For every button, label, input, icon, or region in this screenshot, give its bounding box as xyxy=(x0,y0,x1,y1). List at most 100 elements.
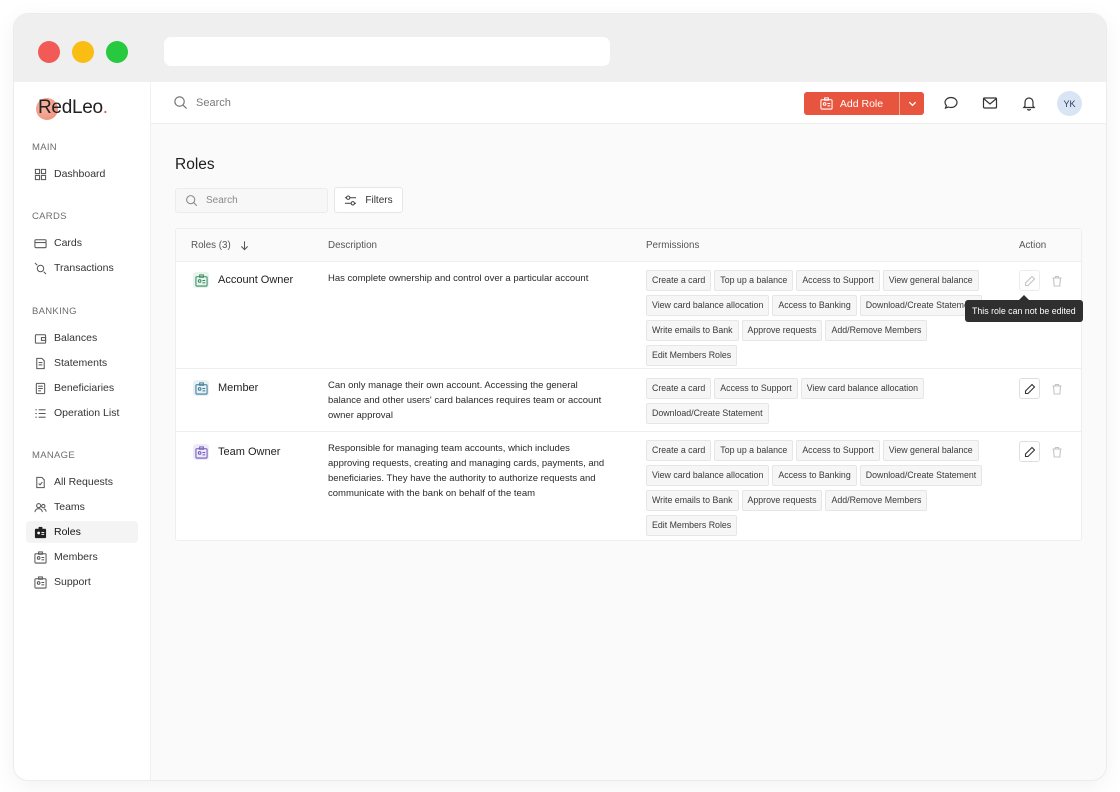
add-role-dropdown-button[interactable] xyxy=(900,92,924,115)
maximize-window-button[interactable] xyxy=(106,41,128,63)
browser-titlebar xyxy=(14,14,1106,82)
sidebar-item-cards[interactable]: Cards xyxy=(26,232,138,254)
permission-chip: View card balance allocation xyxy=(800,378,925,399)
permissions-list: Create a card Access to Support View car… xyxy=(646,378,991,424)
add-role-button[interactable]: Add Role xyxy=(804,92,899,115)
beneficiaries-icon xyxy=(33,381,47,395)
minimize-window-button[interactable] xyxy=(72,41,94,63)
roles-column-header[interactable]: Roles (3) xyxy=(191,240,250,251)
delete-role-button[interactable] xyxy=(1048,270,1066,291)
sidebar-item-label: Operation List xyxy=(54,407,120,419)
role-badge-icon xyxy=(193,272,209,288)
permission-chip: Add/Remove Members xyxy=(825,320,928,341)
sidebar-item-label: Transactions xyxy=(54,262,114,274)
edit-role-button[interactable] xyxy=(1019,378,1040,399)
sidebar-item-dashboard[interactable]: Dashboard xyxy=(26,163,138,185)
delete-role-button[interactable] xyxy=(1048,441,1066,462)
permission-chip: Approve requests xyxy=(741,490,823,511)
topbar: Search Add Role YK xyxy=(151,82,1106,124)
logo-dot: . xyxy=(102,97,108,118)
permission-chip: View general balance xyxy=(882,270,979,291)
permission-chip: Access to Support xyxy=(796,440,880,461)
chevron-down-icon xyxy=(908,101,916,107)
sidebar-item-teams[interactable]: Teams xyxy=(26,496,138,518)
permission-chip: Download/Create Statement xyxy=(859,295,983,316)
role-name-cell: Member xyxy=(193,380,258,396)
sidebar-item-beneficiaries[interactable]: Beneficiaries xyxy=(26,377,138,399)
sidebar-item-transactions[interactable]: Transactions xyxy=(26,257,138,279)
chat-button[interactable] xyxy=(942,94,960,112)
role-description: Responsible for managing team accounts, … xyxy=(328,443,605,499)
address-bar[interactable] xyxy=(164,37,610,66)
roles-search-input[interactable]: Search xyxy=(175,188,328,213)
edit-role-button[interactable] xyxy=(1019,441,1040,462)
roles-icon xyxy=(33,525,47,539)
role-name-cell: Account Owner xyxy=(193,272,293,288)
sidebar-item-label: Balances xyxy=(54,332,98,344)
global-search[interactable]: Search xyxy=(173,95,231,110)
close-window-button[interactable] xyxy=(38,41,60,63)
sidebar-item-balances[interactable]: Balances xyxy=(26,327,138,349)
members-icon xyxy=(33,550,47,564)
filters-button[interactable]: Filters xyxy=(334,187,403,213)
permission-chip: Edit Members Roles xyxy=(646,515,738,536)
role-description: Has complete ownership and control over … xyxy=(328,273,589,284)
permission-chip: Top up a balance xyxy=(714,270,794,291)
sidebar-item-statements[interactable]: Statements xyxy=(26,352,138,374)
role-name-cell: Team Owner xyxy=(193,444,280,460)
role-badge-icon xyxy=(193,380,209,396)
pencil-icon xyxy=(1024,275,1035,286)
requests-icon xyxy=(33,475,47,489)
search-icon xyxy=(174,96,188,110)
sidebar-item-members[interactable]: Members xyxy=(26,546,138,568)
filters-label: Filters xyxy=(365,194,393,206)
sidebar-item-operation-list[interactable]: Operation List xyxy=(26,402,138,424)
avatar[interactable]: YK xyxy=(1057,91,1082,116)
pencil-icon xyxy=(1024,383,1035,394)
permission-chip: Write emails to Bank xyxy=(646,320,739,341)
grid-icon xyxy=(33,167,47,181)
permission-chip: Create a card xyxy=(646,440,712,461)
permission-chip: View card balance allocation xyxy=(646,465,770,486)
sidebar-item-all-requests[interactable]: All Requests xyxy=(26,471,138,493)
permission-chip: Approve requests xyxy=(741,320,823,341)
trash-icon xyxy=(1052,446,1062,458)
add-role-split-button: Add Role xyxy=(804,92,924,115)
delete-role-button[interactable] xyxy=(1048,378,1066,399)
edit-role-button[interactable] xyxy=(1019,270,1040,291)
sidebar-item-label: All Requests xyxy=(54,476,113,488)
section-title-manage: MANAGE xyxy=(32,450,75,461)
document-icon xyxy=(33,356,47,370)
permissions-list: Create a card Top up a balance Access to… xyxy=(646,270,991,366)
permission-chip: View general balance xyxy=(882,440,979,461)
permission-chip: Download/Create Statement xyxy=(646,403,769,424)
section-title-banking: BANKING xyxy=(32,306,77,317)
permission-chip: Write emails to Bank xyxy=(646,490,739,511)
sidebar-item-label: Members xyxy=(54,551,98,563)
sidebar-item-label: Dashboard xyxy=(54,168,106,180)
teams-icon xyxy=(33,500,47,514)
permission-chip: Access to Banking xyxy=(772,295,857,316)
add-role-label: Add Role xyxy=(839,97,884,110)
roles-icon xyxy=(820,97,833,110)
notifications-button[interactable] xyxy=(1020,94,1038,112)
arrow-down-icon xyxy=(240,241,248,251)
sidebar-item-support[interactable]: Support xyxy=(26,571,138,593)
sidebar-item-roles[interactable]: Roles xyxy=(26,521,138,543)
permission-chip: Access to Banking xyxy=(772,465,857,486)
mail-icon xyxy=(982,97,998,109)
role-name: Member xyxy=(218,382,259,394)
section-title-main: MAIN xyxy=(32,142,57,153)
permission-chip: Edit Members Roles xyxy=(646,345,738,366)
card-icon xyxy=(33,236,47,250)
table-row: Team Owner Responsible for managing team… xyxy=(176,432,1081,540)
transactions-icon xyxy=(33,261,47,275)
permissions-column-header: Permissions xyxy=(646,240,700,251)
support-icon xyxy=(33,575,47,589)
search-placeholder: Search xyxy=(206,195,238,206)
logo[interactable]: RedLeo. xyxy=(34,94,108,122)
description-column-header: Description xyxy=(328,240,378,251)
mail-button[interactable] xyxy=(981,94,999,112)
search-icon xyxy=(186,195,198,207)
table-row: Member Can only manage their own account… xyxy=(176,369,1081,432)
